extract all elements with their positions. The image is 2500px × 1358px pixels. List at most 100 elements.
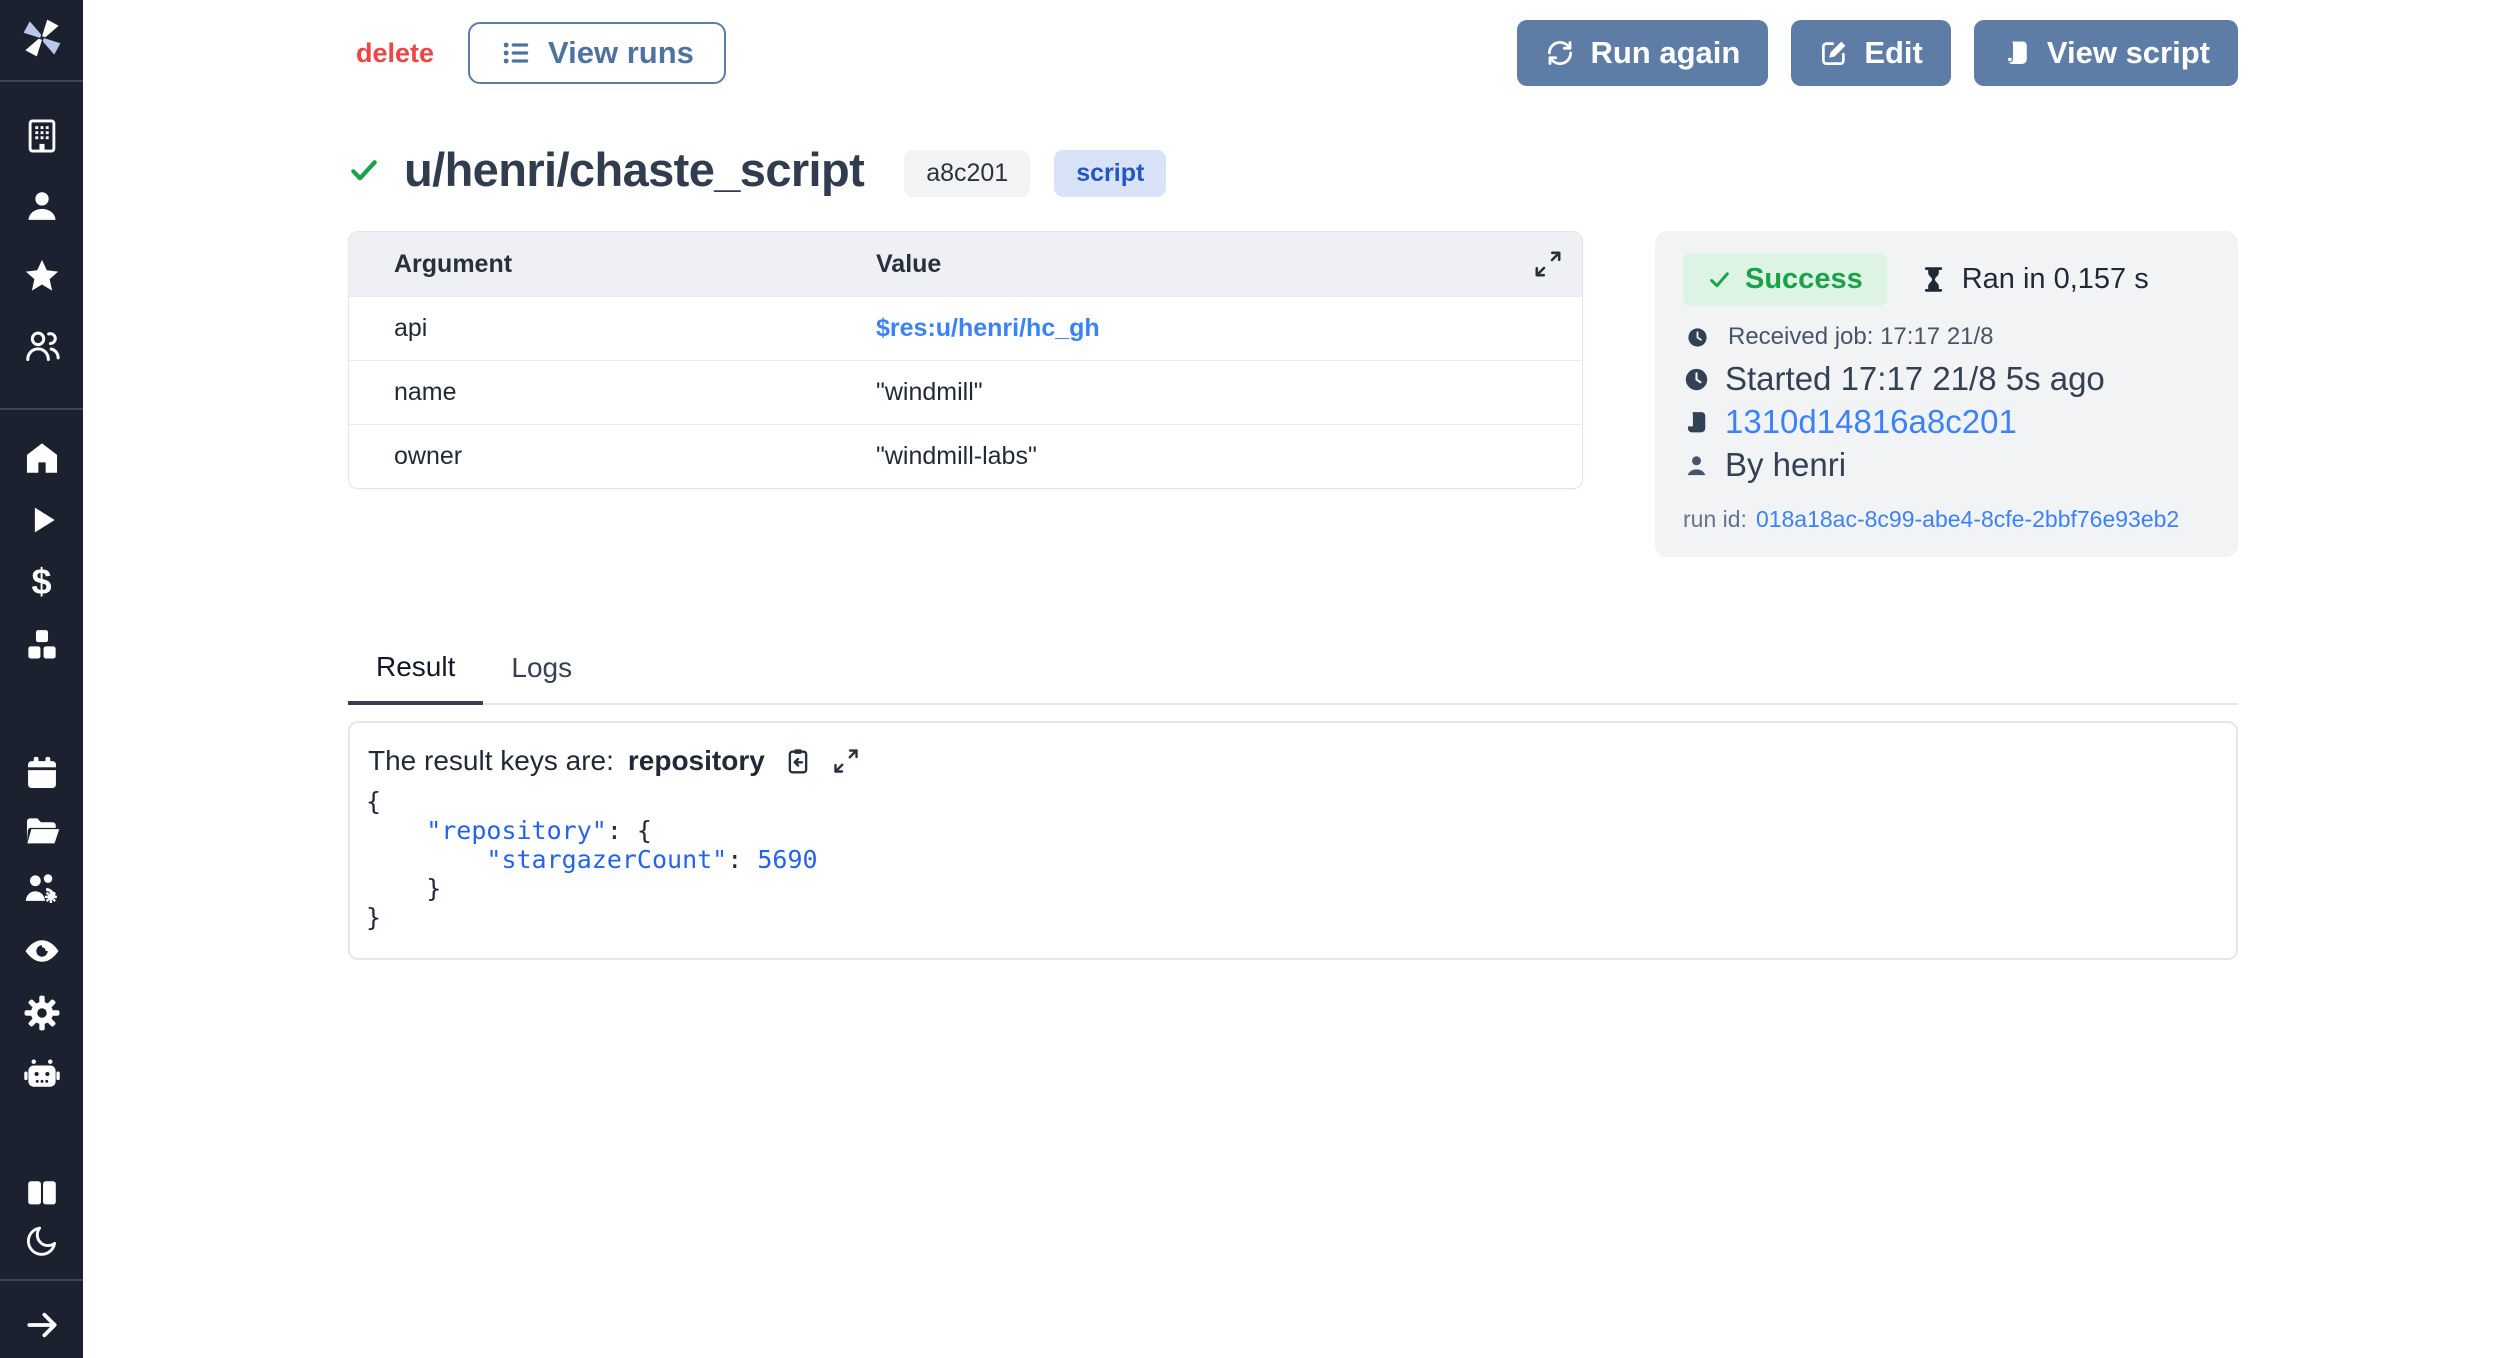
run-again-button[interactable]: Run again: [1517, 20, 1768, 86]
sidebar-item-runs[interactable]: [18, 498, 66, 542]
tab-logs[interactable]: Logs: [483, 651, 600, 703]
expand-icon: [1532, 248, 1564, 280]
page-title: u/henri/chaste_script: [404, 142, 864, 197]
user-icon: [23, 187, 61, 225]
sidebar-item-variables[interactable]: $: [18, 560, 66, 604]
toolbar-right: Run again Edit View script: [1517, 20, 2238, 86]
robot-icon: [23, 1056, 61, 1094]
home-icon: [23, 439, 61, 477]
check-icon: [1707, 267, 1732, 292]
duration: Ran in 0,157 s: [1919, 263, 2149, 296]
delete-button[interactable]: delete: [356, 38, 434, 69]
sidebar-item-home[interactable]: [18, 436, 66, 480]
json-line: {: [366, 787, 2212, 816]
script-type-badge: script: [1054, 150, 1166, 197]
column-argument: Argument: [349, 232, 831, 296]
sidebar-item-users[interactable]: [18, 324, 66, 368]
sidebar-item-docs[interactable]: [18, 1171, 66, 1215]
expand-sidebar-button[interactable]: [18, 1303, 66, 1347]
toolbar-left: delete View runs: [356, 22, 726, 84]
scroll-icon: [2002, 38, 2032, 68]
sidebar-item-schedules[interactable]: [18, 751, 66, 795]
author-text: By henri: [1725, 446, 1846, 484]
title-badges: a8c201 script: [904, 150, 1166, 197]
result-json: { "repository": { "stargazerCount": 5690…: [366, 787, 2212, 932]
status-panel: Success Ran in 0,157 s: [1655, 231, 2238, 557]
scroll-icon: [1683, 409, 1710, 436]
arguments-table: Argument Value api $res:u/henri/hc_gh na…: [349, 232, 1582, 488]
sidebar-item-workers[interactable]: [18, 1053, 66, 1097]
toolbar: delete View runs: [348, 20, 2238, 86]
status-label: Success: [1745, 263, 1863, 296]
tab-result[interactable]: Result: [348, 651, 483, 705]
expand-table-button[interactable]: [1532, 248, 1564, 283]
sidebar-item-workspace[interactable]: [18, 114, 66, 158]
app-root: $: [0, 0, 2500, 1358]
result-keys-value: repository: [628, 745, 765, 777]
arg-name: owner: [349, 424, 831, 488]
json-line: "stargazerCount": 5690: [366, 845, 2212, 874]
resource-link[interactable]: $res:u/henri/hc_gh: [876, 314, 1100, 342]
run-id-row: run id: 018a18ac-8c99-abe4-8cfe-2bbf76e9…: [1683, 506, 2210, 533]
table-header-row: Argument Value: [349, 232, 1582, 296]
refresh-icon: [1545, 38, 1575, 68]
run-id-link[interactable]: 018a18ac-8c99-abe4-8cfe-2bbf76e93eb2: [1756, 506, 2179, 533]
building-icon: [23, 117, 61, 155]
dollar-icon: $: [31, 564, 51, 600]
status-badge: Success: [1683, 253, 1887, 306]
json-line: }: [366, 903, 2212, 932]
arg-value: "windmill": [831, 360, 1582, 424]
sidebar-item-favorites[interactable]: [18, 254, 66, 298]
sidebar-item-resources[interactable]: [18, 623, 66, 667]
list-icon: [500, 37, 532, 69]
result-keys-prefix: The result keys are:: [368, 745, 614, 777]
dark-mode-toggle[interactable]: [18, 1219, 66, 1263]
sidebar-item-audit-logs[interactable]: [18, 929, 66, 973]
windmill-logo-icon: [21, 17, 63, 59]
run-again-label: Run again: [1590, 35, 1740, 71]
edit-label: Edit: [1864, 35, 1923, 71]
windmill-logo[interactable]: [18, 16, 66, 60]
success-check-icon: [348, 154, 380, 186]
arrow-right-icon: [23, 1306, 61, 1344]
json-line: }: [366, 874, 2212, 903]
cubes-icon: [23, 626, 61, 664]
sidebar-item-settings[interactable]: [18, 991, 66, 1035]
sidebar: $: [0, 0, 83, 1358]
hash-badge: a8c201: [904, 150, 1030, 197]
view-runs-button[interactable]: View runs: [468, 22, 726, 84]
received-text: Received job: 17:17 21/8: [1728, 323, 1994, 351]
sidebar-divider: [0, 1279, 83, 1281]
sidebar-item-user[interactable]: [18, 184, 66, 228]
view-script-label: View script: [2047, 35, 2210, 71]
eye-icon: [23, 932, 61, 970]
moon-icon: [24, 1223, 60, 1259]
copy-result-button[interactable]: [783, 746, 813, 776]
sidebar-item-folders[interactable]: [18, 809, 66, 853]
sidebar-divider: [0, 408, 83, 410]
arguments-table-card: Argument Value api $res:u/henri/hc_gh na…: [348, 231, 1583, 489]
content-columns: Argument Value api $res:u/henri/hc_gh na…: [348, 231, 2238, 557]
job-hash-link[interactable]: 1310d14816a8c201: [1725, 403, 2017, 441]
play-icon: [23, 501, 61, 539]
sidebar-item-groups[interactable]: [18, 867, 66, 911]
job-hash-row: 1310d14816a8c201: [1683, 403, 2210, 441]
user-group-gear-icon: [23, 870, 61, 908]
result-box: The result keys are: repository: [348, 721, 2238, 960]
status-row: Success Ran in 0,157 s: [1683, 253, 2210, 306]
edit-icon: [1819, 38, 1849, 68]
view-script-button[interactable]: View script: [1974, 20, 2238, 86]
book-icon: [24, 1175, 60, 1211]
hourglass-icon: [1919, 265, 1948, 294]
clock-icon: [1686, 326, 1709, 349]
received-row: Received job: 17:17 21/8: [1683, 323, 2210, 351]
edit-button[interactable]: Edit: [1791, 20, 1951, 86]
expand-result-button[interactable]: [831, 746, 861, 776]
arg-value: "windmill-labs": [831, 424, 1582, 488]
star-icon: [23, 257, 61, 295]
started-text: Started 17:17 21/8 5s ago: [1725, 360, 2105, 398]
clipboard-copy-icon: [783, 746, 813, 776]
json-line: "repository": {: [366, 816, 2212, 845]
run-id-label: run id:: [1683, 506, 1747, 533]
view-runs-label: View runs: [548, 35, 694, 71]
